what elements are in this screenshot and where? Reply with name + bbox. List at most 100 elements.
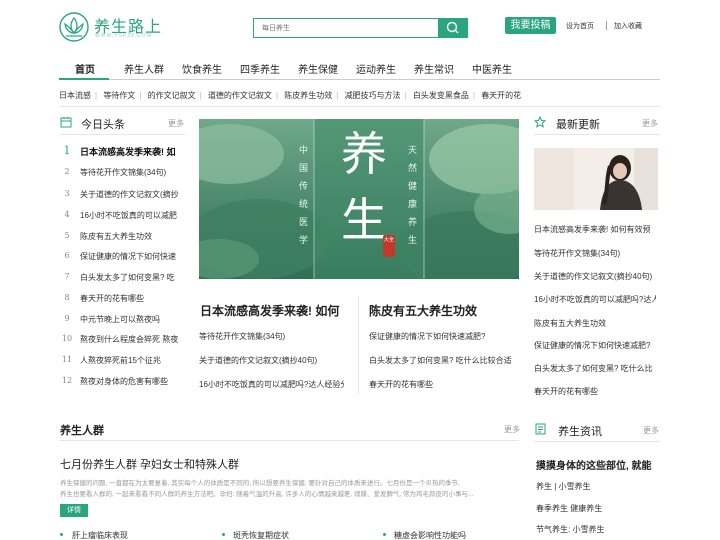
news-link[interactable]: 养生 | 小雪养生 [536,481,591,492]
tag-link[interactable]: 日本流感 [59,91,91,100]
calendar-icon [60,117,72,128]
headline-item-link[interactable]: 中元节晚上可以熬夜吗 [80,314,180,325]
health-news-title: 养生资讯 [558,426,602,438]
latest-item-link[interactable]: 日本流感高发季来袭! 如何有效预 [534,224,656,235]
document-icon [535,423,546,435]
tag-link[interactable]: 白头发变黑食品 [413,91,469,100]
tag-link[interactable]: 的作文记叙文 [148,91,196,100]
search-input[interactable] [253,18,438,38]
crowd-article-title[interactable]: 七月份养生人群 孕妇女士和特殊人群 [60,456,239,472]
headline-item-link[interactable]: 16小时不吃饭真的可以减肥 [80,210,180,221]
today-more-link[interactable]: 更多 [168,118,184,129]
headline-number: 12 [61,376,73,385]
news-headline[interactable]: 摸摸身体的这些部位, 就能 [536,457,660,472]
latest-divider [534,134,660,135]
latest-updates-title: 最新更新 [556,119,600,131]
add-favorite-link[interactable]: 加入收藏 [614,21,642,31]
set-home-link[interactable]: 设为首页 [566,21,594,31]
crowd-bottom-link[interactable]: 肝上瘤临床表现 [72,530,128,540]
banner-seal: 大全 [383,235,395,257]
nav-tcm[interactable]: 中医养生 [472,61,512,76]
headline-item-link[interactable]: 春天开的花有哪些 [80,293,180,304]
headline-item-link[interactable]: 熬夜对身体的危害有哪些 [80,376,180,387]
tag-link[interactable]: 陈皮养生功效 [284,91,332,100]
middle-col2-link[interactable]: 白头发太多了如何变黑? 吃什么比较合适 [369,355,519,366]
crowd-article-desc: 养生也要看人群的, 一起来看看不同人群的养生方法吧。孕妇: 随着气温的升高, 许… [60,491,474,498]
headline-item-link[interactable]: 保证健康的情况下如何快速 [80,251,180,262]
bullet-dot [60,533,63,536]
headline-number: 4 [64,210,70,219]
headline-number: 1 [63,144,71,157]
latest-item-link[interactable]: 保证健康的情况下如何快速减肥? [534,340,656,351]
headline-item-link[interactable]: 人熬夜猝死前15个征兆 [80,355,180,366]
star-icon [534,116,546,128]
middle-col2-link[interactable]: 春天开的花有哪些 [369,379,519,390]
nav-exercise[interactable]: 运动养生 [356,61,396,76]
headline-number: 6 [64,251,70,260]
headline-item-link[interactable]: 关于道德的作文记叙文(摘抄 [80,189,180,200]
news-divider [534,441,660,442]
middle-col1-link[interactable]: 关于道德的作文记叙文(摘抄40句) [199,355,344,366]
news-more-link[interactable]: 更多 [643,425,659,436]
headline-number: 5 [64,231,70,240]
today-divider [59,134,185,135]
middle-col1-link[interactable]: 16小时不吃饭真的可以减肥吗?达人经验分 [199,379,344,390]
middle-col1-title[interactable]: 日本流感高发季来袭! 如何 [200,302,345,319]
tag-link[interactable]: 等待作文 [103,91,135,100]
banner-big-char-1: 养 [341,127,387,181]
site-logo-subtext: WWW.YSK38.COM [95,33,152,39]
headline-number: 10 [61,334,73,343]
nav-seasons[interactable]: 四季养生 [240,61,280,76]
crowd-divider [59,440,519,441]
tag-link[interactable]: 减肥技巧与方法 [345,91,401,100]
crowd-bottom-link[interactable]: 斑秃恢复期症状 [233,530,289,540]
headline-number: 11 [61,355,73,364]
banner-right-column-text: 天然健康养生 [408,145,418,245]
headline-item-link[interactable]: 熬夜到什么程度会猝死 熬夜 [80,334,180,345]
latest-item-link[interactable]: 等待花开作文锦集(34句) [534,248,656,259]
middle-col2-title[interactable]: 陈皮有五大养生功效 [369,302,519,319]
details-button[interactable]: 详情 [60,504,88,517]
lotus-logo-icon[interactable] [58,12,90,42]
banner-left-column-text: 中国传统医学 [299,145,309,245]
news-link[interactable]: 春季养生 健康养生 [536,503,602,514]
tagbar-divider [59,106,660,107]
woman-portrait-photo [534,148,658,210]
headline-number: 3 [64,189,70,198]
middle-col2-link[interactable]: 保证健康的情况下如何快速减肥? [369,331,519,342]
latest-item-link[interactable]: 春天开的花有哪些 [534,386,656,397]
news-link[interactable]: 节气养生: 小雪养生 [536,524,604,535]
headline-item-link[interactable]: 等待花开作文锦集(34句) [80,167,180,178]
latest-item-link[interactable]: 16小时不吃饭真的可以减肥吗?达人 [534,294,656,305]
bullet-dot [383,533,386,536]
headline-number: 9 [64,314,70,323]
nav-common-sense[interactable]: 养生常识 [414,61,454,76]
today-headlines-title: 今日头条 [81,119,125,131]
latest-item-link[interactable]: 关于道德的作文记叙文(摘抄40句) [534,271,656,282]
nav-health-care[interactable]: 养生保健 [298,61,338,76]
hot-tags-bar: 日本流感 | 等待作文 | 的作文记叙文 | 道德的作文记叙文 | 陈皮养生功效 | 减肥… [59,91,522,100]
headline-number: 2 [64,167,70,176]
headline-item-link[interactable]: 白头发太多了如何变黑? 吃 [80,272,180,283]
latest-thumbnail-image[interactable] [534,148,658,210]
nav-diet[interactable]: 饮食养生 [182,61,222,76]
nav-crowd[interactable]: 养生人群 [124,61,164,76]
crowd-section-title: 养生人群 [60,425,104,437]
banner-image[interactable]: 养 生 大全 中国传统医学 天然健康养生 [199,119,519,279]
crowd-bottom-link[interactable]: 糖虚会影响性功能吗 [394,530,466,540]
headline-item-link[interactable]: 陈皮有五大养生功效 [80,231,180,242]
tag-link[interactable]: 春天开的花 [481,91,521,100]
latest-more-link[interactable]: 更多 [642,118,658,129]
banner-big-char-2: 生 [341,193,387,247]
submit-article-button[interactable]: 我要投稿 [505,17,556,34]
middle-col1-link[interactable]: 等待花开作文锦集(34句) [199,331,344,342]
search-button[interactable] [438,18,468,38]
tag-link[interactable]: 道德的作文记叙文 [208,91,272,100]
top-links-divider [606,21,607,30]
headline-item-link[interactable]: 日本流感高发季来袭! 如 [80,145,180,158]
nav-home[interactable]: 首页 [75,61,95,76]
latest-item-link[interactable]: 陈皮有五大养生功效 [534,318,656,329]
headline-number: 8 [64,293,70,302]
latest-item-link[interactable]: 白头发太多了如何变黑? 吃什么比 [534,363,656,374]
crowd-more-link[interactable]: 更多 [504,424,520,435]
